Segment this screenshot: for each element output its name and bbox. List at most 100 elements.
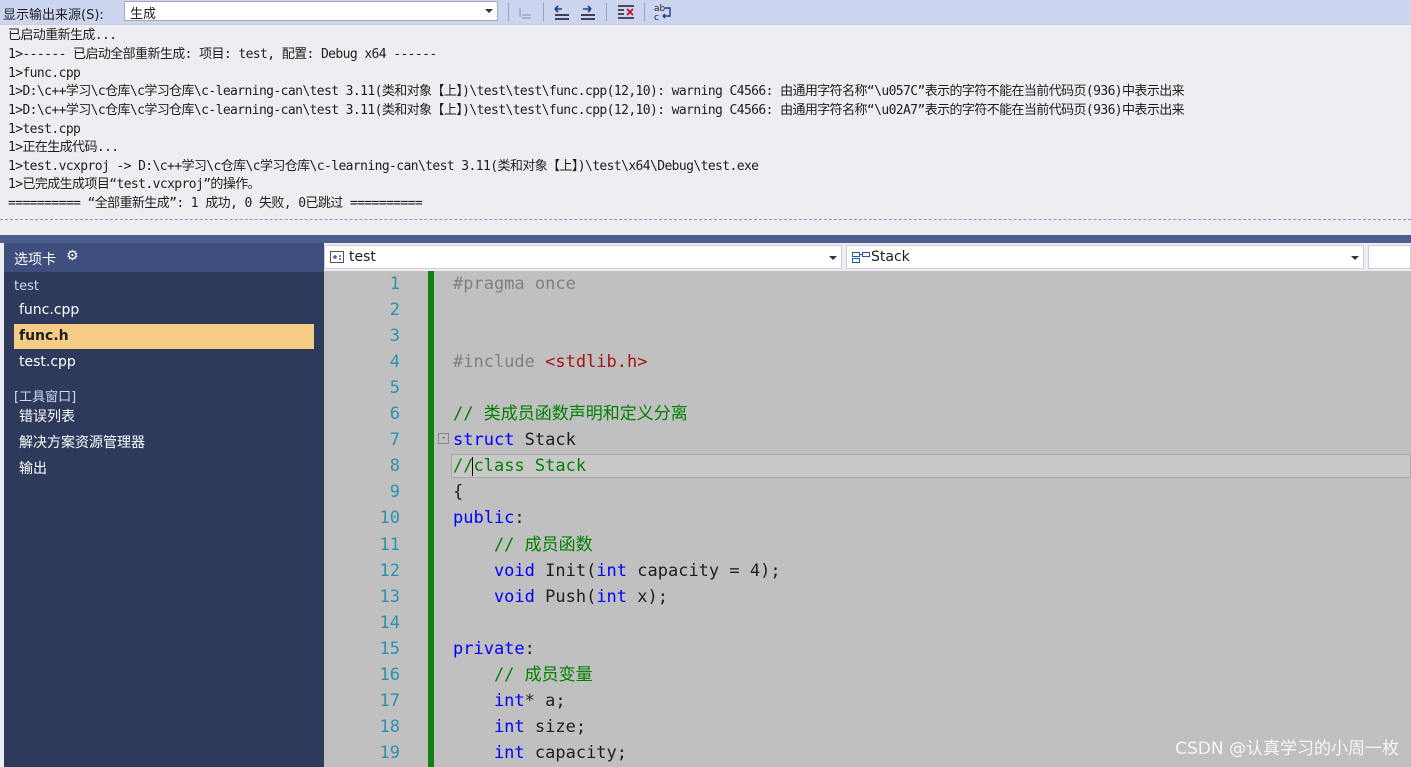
output-source-label: 显示输出来源(S):: [3, 8, 104, 23]
svg-text:c: c: [654, 13, 659, 22]
preprocessor-text: #include: [453, 352, 546, 372]
line-number: 18: [379, 717, 400, 737]
line-number: 10: [379, 508, 400, 528]
scope-dropdown-value: Stack: [871, 249, 910, 265]
identifier: x);: [627, 587, 668, 607]
output-pane-border: [0, 219, 1411, 220]
text-caret: [472, 457, 473, 476]
line-number: 1: [389, 274, 400, 294]
line-number: 16: [379, 665, 400, 685]
comment-text: class Stack: [473, 456, 587, 476]
identifier: capacity = 4);: [627, 561, 781, 581]
sidebar-group-tools: [工具窗口]: [14, 390, 77, 405]
keyword: void: [453, 561, 535, 581]
struct-icon: [852, 252, 870, 263]
sidebar-item-output[interactable]: 输出: [14, 457, 314, 482]
line-number: 11: [379, 535, 400, 555]
keyword: int: [453, 717, 525, 737]
output-line: ========== “全部重新生成”: 1 成功, 0 失败, 0已跳过 ==…: [8, 196, 423, 211]
output-line: 1>func.cpp: [8, 66, 81, 81]
current-line-highlight: [451, 454, 1411, 478]
toolbar-separator: [644, 3, 645, 21]
identifier: Init(: [534, 561, 597, 581]
output-line: 1>D:\c++学习\c仓库\c学习仓库\c-learning-can\test…: [8, 84, 1185, 99]
identifier: size;: [524, 717, 587, 737]
sidebar-header: 选项卡 ⚙: [4, 243, 324, 272]
tabs-sidebar: 选项卡 ⚙ test func.cpp func.h test.cpp [工具窗…: [4, 243, 324, 767]
sidebar-item-error-list[interactable]: 错误列表: [14, 405, 314, 430]
align-left-icon[interactable]: [515, 2, 535, 22]
comment-text: // 成员函数: [453, 535, 593, 555]
identifier: Stack: [514, 430, 576, 450]
line-number: 19: [379, 743, 400, 763]
comment-text: // 类成员函数声明和定义分离: [453, 404, 688, 424]
sidebar-item-test-cpp[interactable]: test.cpp: [14, 350, 314, 375]
code-line-1: #pragma once: [453, 274, 576, 294]
chevron-down-icon: [1351, 256, 1359, 260]
pane-splitter[interactable]: [0, 235, 1411, 243]
code-editor: test Stack 1 2 3 4 5 6 7 8 9 10 11 12 13…: [324, 243, 1411, 767]
line-number: 15: [379, 639, 400, 659]
line-number: 8: [389, 456, 400, 476]
toolbar-separator: [606, 3, 607, 21]
sidebar-item-func-cpp[interactable]: func.cpp: [14, 298, 314, 323]
code-line-13: void Push(int x);: [453, 587, 668, 607]
project-dropdown[interactable]: test: [324, 245, 842, 269]
code-line-4: #include <stdlib.h>: [453, 352, 647, 372]
output-window: 显示输出来源(S): 生成 ab c 已启动重新生成... 1>------ 已启…: [0, 0, 1411, 235]
code-line-19: int capacity;: [453, 743, 627, 763]
watermark: CSDN @认真学习的小周一枚: [1175, 739, 1399, 759]
keyword: void: [453, 587, 535, 607]
clear-all-icon[interactable]: [616, 2, 636, 22]
change-tracking-bar: [428, 271, 434, 767]
sidebar-item-solution-explorer[interactable]: 解决方案资源管理器: [14, 431, 314, 456]
code-line-7: struct Stack: [453, 430, 576, 450]
keyword: struct: [453, 430, 515, 450]
scope-dropdown[interactable]: Stack: [846, 245, 1364, 269]
sidebar-title: 选项卡: [14, 252, 56, 268]
line-number: 13: [379, 587, 400, 607]
output-line: 已启动重新生成...: [8, 28, 117, 43]
line-number: 17: [379, 691, 400, 711]
output-line: 1>------ 已启动全部重新生成: 项目: test, 配置: Debug …: [8, 47, 437, 62]
word-wrap-icon[interactable]: ab c: [653, 2, 673, 23]
code-line-16: // 成员变量: [453, 665, 593, 685]
comment-slashes: //: [453, 456, 474, 476]
project-icon: [330, 251, 344, 263]
identifier: Push(: [534, 587, 597, 607]
brace: {: [453, 482, 464, 502]
punctuation: :: [514, 508, 525, 528]
collapse-toggle[interactable]: -: [438, 433, 449, 444]
line-number: 12: [379, 561, 400, 581]
code-area[interactable]: 1 2 3 4 5 6 7 8 9 10 11 12 13 14 15 16 1…: [324, 271, 1411, 767]
line-number: 4: [389, 352, 400, 372]
punctuation: :: [524, 639, 535, 659]
gear-icon[interactable]: ⚙: [66, 248, 79, 264]
output-toolbar: 显示输出来源(S): 生成 ab c: [0, 0, 1411, 25]
keyword: public: [453, 508, 515, 528]
sidebar-item-func-h[interactable]: func.h: [14, 324, 314, 349]
find-next-icon[interactable]: [578, 2, 598, 22]
keyword: int: [453, 691, 525, 711]
toolbar-separator: [508, 3, 509, 21]
keyword: int: [596, 587, 628, 607]
keyword: int: [596, 561, 628, 581]
code-line-9: {: [453, 482, 463, 502]
line-number: 2: [389, 300, 400, 320]
output-line: 1>test.cpp: [8, 122, 81, 137]
navigation-bar: test Stack: [324, 243, 1411, 271]
comment-text: // 成员变量: [453, 665, 593, 685]
member-dropdown[interactable]: [1368, 245, 1411, 269]
include-path: <stdlib.h>: [545, 352, 648, 372]
code-line-17: int* a;: [453, 691, 566, 711]
output-line: 1>D:\c++学习\c仓库\c学习仓库\c-learning-can\test…: [8, 103, 1185, 118]
output-source-dropdown[interactable]: 生成: [124, 1, 498, 22]
keyword: private: [453, 639, 525, 659]
line-number: 14: [379, 613, 400, 633]
find-prev-icon[interactable]: [552, 2, 572, 22]
output-text-area[interactable]: 已启动重新生成... 1>------ 已启动全部重新生成: 项目: test,…: [0, 27, 1411, 217]
output-line: 1>已完成生成项目“test.vcxproj”的操作。: [8, 177, 261, 192]
output-line: 1>正在生成代码...: [8, 140, 119, 155]
preprocessor-text: #pragma once: [453, 274, 576, 294]
line-number: 9: [389, 482, 400, 502]
